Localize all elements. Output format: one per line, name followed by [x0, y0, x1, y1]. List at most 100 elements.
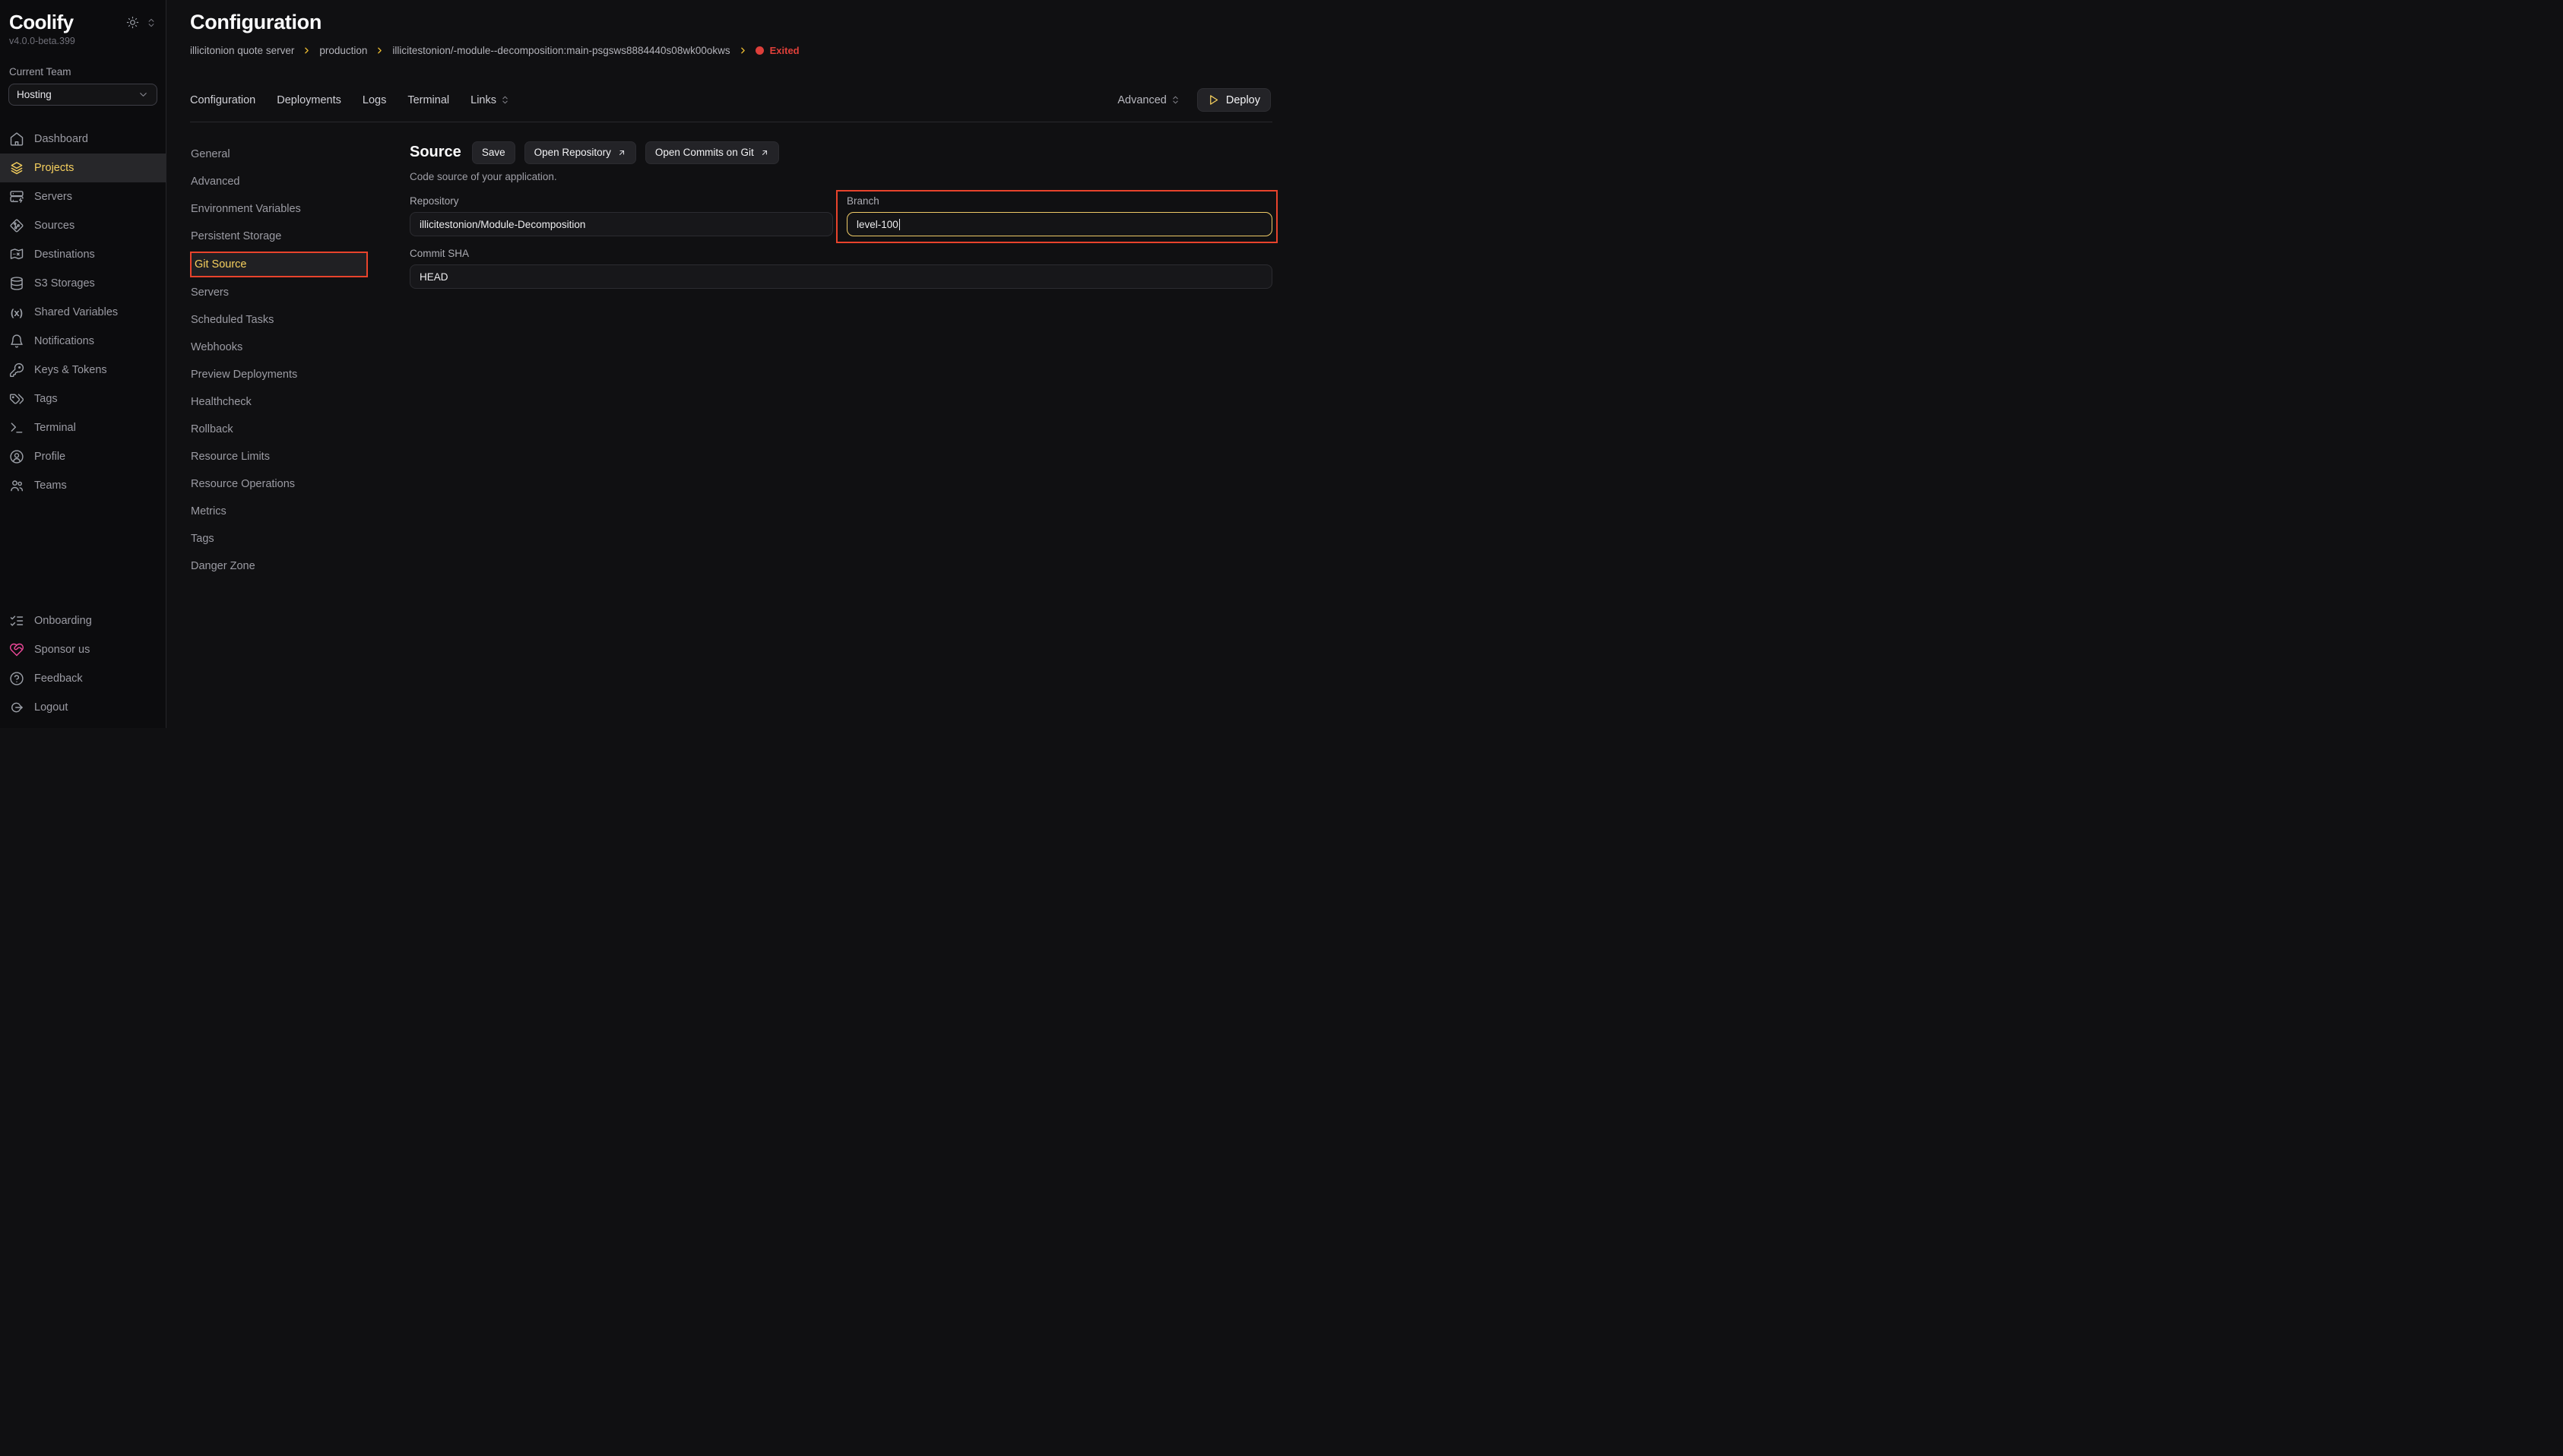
chevrons-up-down-icon	[500, 95, 510, 105]
map-icon	[9, 247, 24, 262]
sidebar-item-label: Tags	[34, 393, 58, 405]
repository-input[interactable]	[410, 212, 833, 236]
bell-icon	[9, 334, 24, 349]
sidebar-item-label: S3 Storages	[34, 277, 95, 290]
tab-deployments[interactable]: Deployments	[277, 94, 341, 106]
branch-field-group: Branch level-100	[847, 195, 1272, 236]
sidebar-item-label: Keys & Tokens	[34, 364, 107, 376]
sidebar-item-label: Teams	[34, 480, 67, 492]
subnav-item-advanced[interactable]: Advanced	[190, 168, 410, 195]
git-source-icon	[9, 218, 24, 233]
commit-sha-input[interactable]	[410, 264, 1272, 289]
sidebar-item-destinations[interactable]: Destinations	[0, 240, 166, 269]
external-link-icon	[617, 148, 626, 157]
repository-label: Repository	[410, 195, 833, 207]
subnav-item-danger-zone[interactable]: Danger Zone	[190, 552, 410, 580]
sidebar-item-label: Terminal	[34, 422, 76, 434]
tab-logs[interactable]: Logs	[363, 94, 386, 106]
tab-configuration[interactable]: Configuration	[190, 94, 255, 106]
subnav-item-scheduled-tasks[interactable]: Scheduled Tasks	[190, 306, 410, 334]
main-content: Configuration illicitonion quote server …	[166, 0, 1282, 728]
sidebar-item-feedback[interactable]: Feedback	[0, 664, 166, 693]
tabs-row: Configuration Deployments Logs Terminal …	[190, 88, 1272, 112]
sidebar-item-sponsor-us[interactable]: Sponsor us	[0, 635, 166, 664]
help-circle-icon	[9, 671, 24, 686]
chevron-right-icon	[375, 46, 385, 55]
sidebar-item-label: Projects	[34, 162, 74, 174]
sidebar: Coolify v4.0.0-beta.399 Current Team Hos…	[0, 0, 166, 728]
layers-icon	[9, 160, 24, 176]
sidebar-item-label: Onboarding	[34, 615, 92, 627]
open-commits-button[interactable]: Open Commits on Git	[645, 141, 779, 164]
sidebar-item-onboarding[interactable]: Onboarding	[0, 606, 166, 635]
sidebar-spacer	[0, 500, 166, 606]
subnav-item-rollback[interactable]: Rollback	[190, 416, 410, 443]
page-title: Configuration	[190, 11, 1272, 34]
user-circle-icon	[9, 449, 24, 464]
sidebar-item-projects[interactable]: Projects	[0, 154, 166, 182]
advanced-menu[interactable]: Advanced	[1117, 94, 1180, 106]
subnav-item-persistent-storage[interactable]: Persistent Storage	[190, 223, 410, 250]
subnav-item-metrics[interactable]: Metrics	[190, 498, 410, 525]
chevrons-up-down-icon	[1171, 95, 1180, 105]
sidebar-item-label: Shared Variables	[34, 306, 118, 318]
sidebar-item-label: Logout	[34, 701, 68, 714]
server-icon	[9, 189, 24, 204]
subnav-item-servers[interactable]: Servers	[190, 279, 410, 306]
subnav-item-environment-variables[interactable]: Environment Variables	[190, 195, 410, 223]
source-section-title: Source	[410, 144, 461, 161]
subnav-item-tags[interactable]: Tags	[190, 525, 410, 552]
sidebar-item-label: Destinations	[34, 248, 95, 261]
sidebar-item-servers[interactable]: Servers	[0, 182, 166, 211]
subnav-item-webhooks[interactable]: Webhooks	[190, 334, 410, 361]
chevron-right-icon	[302, 46, 312, 55]
sidebar-item-label: Profile	[34, 451, 65, 463]
sidebar-item-logout[interactable]: Logout	[0, 693, 166, 722]
sidebar-item-teams[interactable]: Teams	[0, 471, 166, 500]
branch-input[interactable]: level-100	[847, 212, 1272, 236]
tab-terminal[interactable]: Terminal	[407, 94, 449, 106]
sidebar-item-dashboard[interactable]: Dashboard	[0, 125, 166, 154]
breadcrumb-project[interactable]: illicitonion quote server	[190, 45, 294, 56]
subnav-item-healthcheck[interactable]: Healthcheck	[190, 388, 410, 416]
sidebar-item-label: Sources	[34, 220, 74, 232]
deploy-button[interactable]: Deploy	[1197, 88, 1271, 112]
sidebar-item-keys-tokens[interactable]: Keys & Tokens	[0, 356, 166, 385]
open-repository-button[interactable]: Open Repository	[524, 141, 636, 164]
sidebar-item-s3-storages[interactable]: S3 Storages	[0, 269, 166, 298]
tab-links[interactable]: Links	[470, 94, 510, 106]
save-button[interactable]: Save	[472, 141, 515, 164]
commit-sha-field-group: Commit SHA	[410, 248, 1272, 289]
status-badge: Exited	[756, 45, 800, 56]
logout-icon	[9, 700, 24, 715]
theme-sun-icon[interactable]	[126, 16, 139, 29]
heart-handshake-icon	[9, 642, 24, 657]
subnav-item-resource-limits[interactable]: Resource Limits	[190, 443, 410, 470]
subnav-item-preview-deployments[interactable]: Preview Deployments	[190, 361, 410, 388]
subnav-item-resource-operations[interactable]: Resource Operations	[190, 470, 410, 498]
sidebar-item-label: Servers	[34, 191, 72, 203]
sidebar-item-terminal[interactable]: Terminal	[0, 413, 166, 442]
sidebar-item-shared-variables[interactable]: (x) Shared Variables	[0, 298, 166, 327]
sidebar-item-profile[interactable]: Profile	[0, 442, 166, 471]
source-section-subtitle: Code source of your application.	[410, 171, 1272, 182]
app-logo: Coolify	[9, 11, 74, 34]
subnav-item-general[interactable]: General	[190, 141, 410, 168]
play-icon	[1208, 94, 1219, 106]
home-icon	[9, 131, 24, 147]
sidebar-item-label: Sponsor us	[34, 644, 90, 656]
breadcrumb: illicitonion quote server production ill…	[190, 45, 1272, 56]
sidebar-item-tags[interactable]: Tags	[0, 385, 166, 413]
breadcrumb-environment[interactable]: production	[319, 45, 367, 56]
text-caret	[899, 219, 901, 230]
chevrons-up-down-icon[interactable]	[146, 17, 157, 28]
sidebar-footer-nav: Onboarding Sponsor us Feedback Logout	[0, 606, 166, 722]
team-select[interactable]: Hosting	[8, 84, 157, 106]
breadcrumb-application[interactable]: illicitestonion/-module--decomposition:m…	[392, 45, 730, 56]
git-source-annotation-box: Git Source	[190, 252, 368, 277]
subnav-item-git-source[interactable]: Git Source	[192, 253, 366, 276]
sidebar-item-notifications[interactable]: Notifications	[0, 327, 166, 356]
repository-field-group: Repository	[410, 195, 833, 236]
sidebar-nav: Dashboard Projects Servers Sources Desti…	[0, 125, 166, 500]
sidebar-item-sources[interactable]: Sources	[0, 211, 166, 240]
